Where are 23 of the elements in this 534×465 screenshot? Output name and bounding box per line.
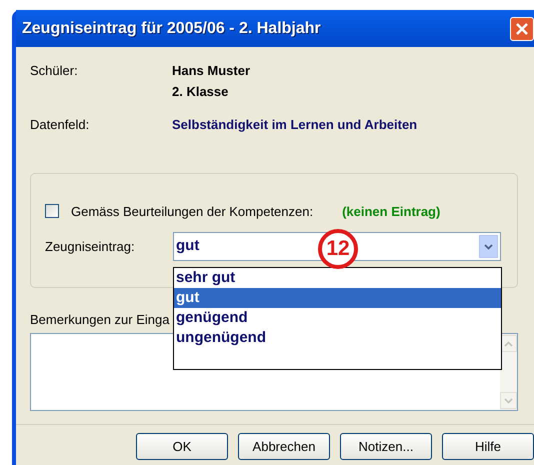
dropdown-option[interactable]: sehr gut	[174, 268, 501, 288]
close-button[interactable]	[510, 16, 534, 40]
remarks-label: Bemerkungen zur Einga	[30, 312, 170, 326]
dropdown-option[interactable]: ungenügend	[174, 328, 501, 348]
field-label: Schüler:	[30, 62, 79, 80]
scrollbar[interactable]	[500, 334, 517, 410]
field-label: Zeugniseintrag:	[45, 238, 136, 256]
dialog-button[interactable]: OK	[136, 433, 228, 460]
student-name: Hans Muster	[172, 62, 252, 80]
checkbox[interactable]	[45, 204, 59, 218]
field-label: Datenfeld:	[30, 116, 90, 134]
window-title: Zeugniseintrag für 2005/06 - 2. Halbjahr	[22, 18, 321, 38]
data-field-value: Selbständigkeit im Lernen und Arbeiten	[172, 116, 418, 134]
number-badge: 12	[318, 229, 358, 269]
dialog-button[interactable]: Notizen...	[340, 433, 432, 460]
checkbox-label: Gemäss Beurteilungen der Kompetenzen:	[71, 202, 314, 221]
dropdown-option[interactable]: gut	[174, 288, 501, 308]
dropdown-option[interactable]: genügend	[174, 308, 501, 328]
competence-value: (keinen Eintrag)	[342, 202, 440, 221]
dialog-button[interactable]: Abbrechen	[238, 433, 330, 460]
dialog-button[interactable]: Hilfe	[442, 433, 534, 460]
student-class: 2. Klasse	[172, 82, 230, 100]
close-icon	[515, 22, 529, 36]
